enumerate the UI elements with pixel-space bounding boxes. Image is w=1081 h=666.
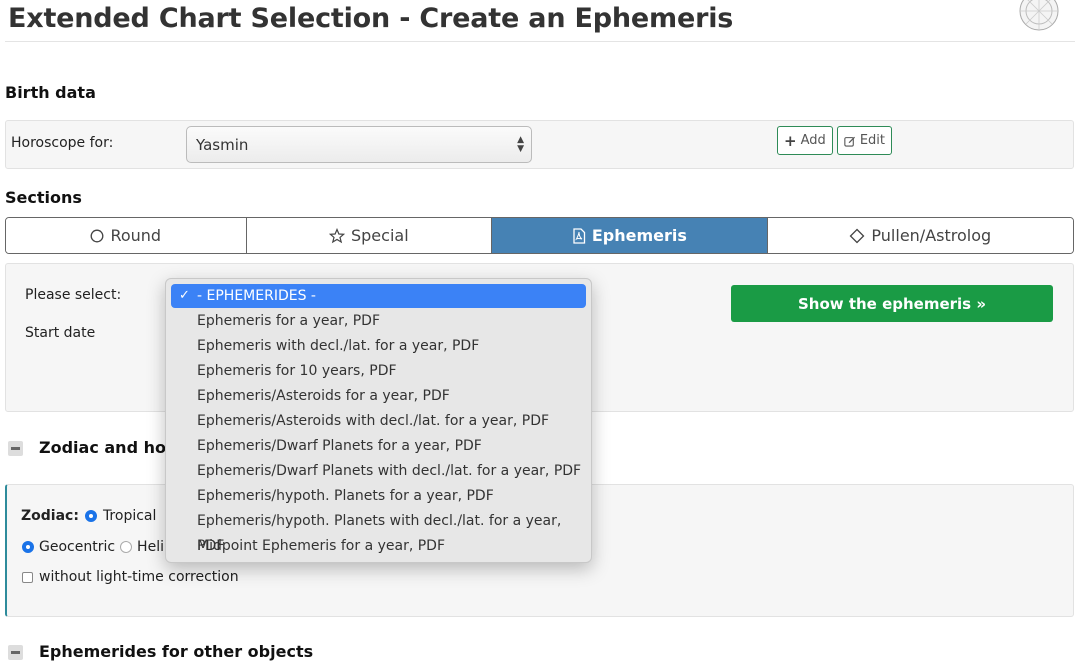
heliocentric-label: Heli [137, 539, 164, 555]
dropdown-option[interactable]: Ephemeris/hypoth. Planets with decl./lat… [171, 509, 586, 554]
light-time-label: without light-time correction [39, 569, 239, 585]
edit-icon [844, 136, 855, 147]
title-divider [5, 41, 1075, 42]
tab-round[interactable]: Round [6, 218, 247, 253]
light-time-row: without light-time correction [22, 569, 239, 585]
site-logo-icon[interactable] [1018, 0, 1060, 32]
zodiac-label: Zodiac: [21, 508, 79, 524]
dropdown-option[interactable]: Ephemeris/hypoth. Planets for a year, PD… [171, 484, 586, 509]
edit-button[interactable]: Edit [837, 126, 892, 155]
dropdown-option-label: - EPHEMERIDES - [197, 288, 316, 304]
checkmark-icon: ✓ [179, 288, 190, 303]
tab-round-label: Round [110, 226, 162, 245]
dropdown-option[interactable]: Ephemeris/Dwarf Planets with decl./lat. … [171, 459, 586, 484]
dropdown-option[interactable]: Midpoint Ephemeris for a year, PDF [171, 534, 586, 559]
circle-icon [91, 229, 104, 242]
sections-heading: Sections [5, 188, 82, 207]
diamond-icon [850, 228, 865, 243]
tab-pullen-astrolog-label: Pullen/Astrolog [871, 226, 992, 245]
birth-data-heading: Birth data [5, 83, 96, 102]
select-arrows-icon: ▲ ▼ [517, 134, 524, 154]
ephemeris-select-dropdown[interactable]: ✓ - EPHEMERIDES - Ephemeris for a year, P… [165, 278, 592, 563]
collapse-other-objects-icon[interactable] [8, 645, 23, 660]
dropdown-option[interactable]: ✓ - EPHEMERIDES - [171, 284, 586, 308]
sections-tabbar: Round Special Ephemeris Pullen/Astrolog [5, 217, 1074, 254]
horoscope-select[interactable]: Yasmin ▲ ▼ [186, 126, 532, 163]
collapse-zodiac-icon[interactable] [8, 441, 23, 456]
dropdown-option[interactable]: Ephemeris for a year, PDF [171, 309, 586, 334]
horoscope-select-value: Yasmin [196, 136, 249, 154]
birth-data-panel [5, 120, 1074, 169]
dropdown-option[interactable]: Ephemeris for 10 years, PDF [171, 359, 586, 384]
horoscope-label: Horoscope for: [11, 135, 114, 151]
light-time-checkbox[interactable] [22, 571, 33, 583]
please-select-label: Please select: [25, 287, 122, 303]
tropical-radio[interactable] [84, 510, 97, 522]
tab-ephemeris[interactable]: Ephemeris [492, 218, 768, 253]
tab-pullen-astrolog[interactable]: Pullen/Astrolog [767, 218, 1073, 253]
other-objects-heading[interactable]: Ephemerides for other objects [39, 642, 313, 661]
start-date-label: Start date [25, 325, 96, 341]
geocentric-label: Geocentric [39, 539, 116, 555]
add-button[interactable]: + Add [777, 126, 833, 155]
page-title: Extended Chart Selection - Create an Eph… [8, 3, 734, 34]
zodiac-row: Zodiac: Tropical [21, 508, 156, 524]
star-icon [328, 227, 345, 243]
tab-ephemeris-label: Ephemeris [591, 226, 687, 245]
edit-button-label: Edit [859, 133, 885, 148]
dropdown-option[interactable]: Ephemeris with decl./lat. for a year, PD… [171, 334, 586, 359]
tab-special-label: Special [350, 226, 409, 245]
center-row: Geocentric Heli [22, 539, 164, 555]
plus-icon: + [784, 131, 797, 150]
tab-special[interactable]: Special [246, 218, 493, 253]
add-button-label: Add [800, 133, 826, 148]
show-ephemeris-button[interactable]: Show the ephemeris » [731, 285, 1053, 322]
geocentric-radio[interactable] [22, 541, 34, 553]
dropdown-option[interactable]: Ephemeris/Asteroids for a year, PDF [171, 384, 586, 409]
heliocentric-radio[interactable] [120, 541, 133, 553]
pdf-icon [573, 227, 585, 244]
dropdown-option[interactable]: Ephemeris/Asteroids with decl./lat. for … [171, 409, 586, 434]
dropdown-option[interactable]: Ephemeris/Dwarf Planets for a year, PDF [171, 434, 586, 459]
tropical-label: Tropical [102, 508, 157, 524]
